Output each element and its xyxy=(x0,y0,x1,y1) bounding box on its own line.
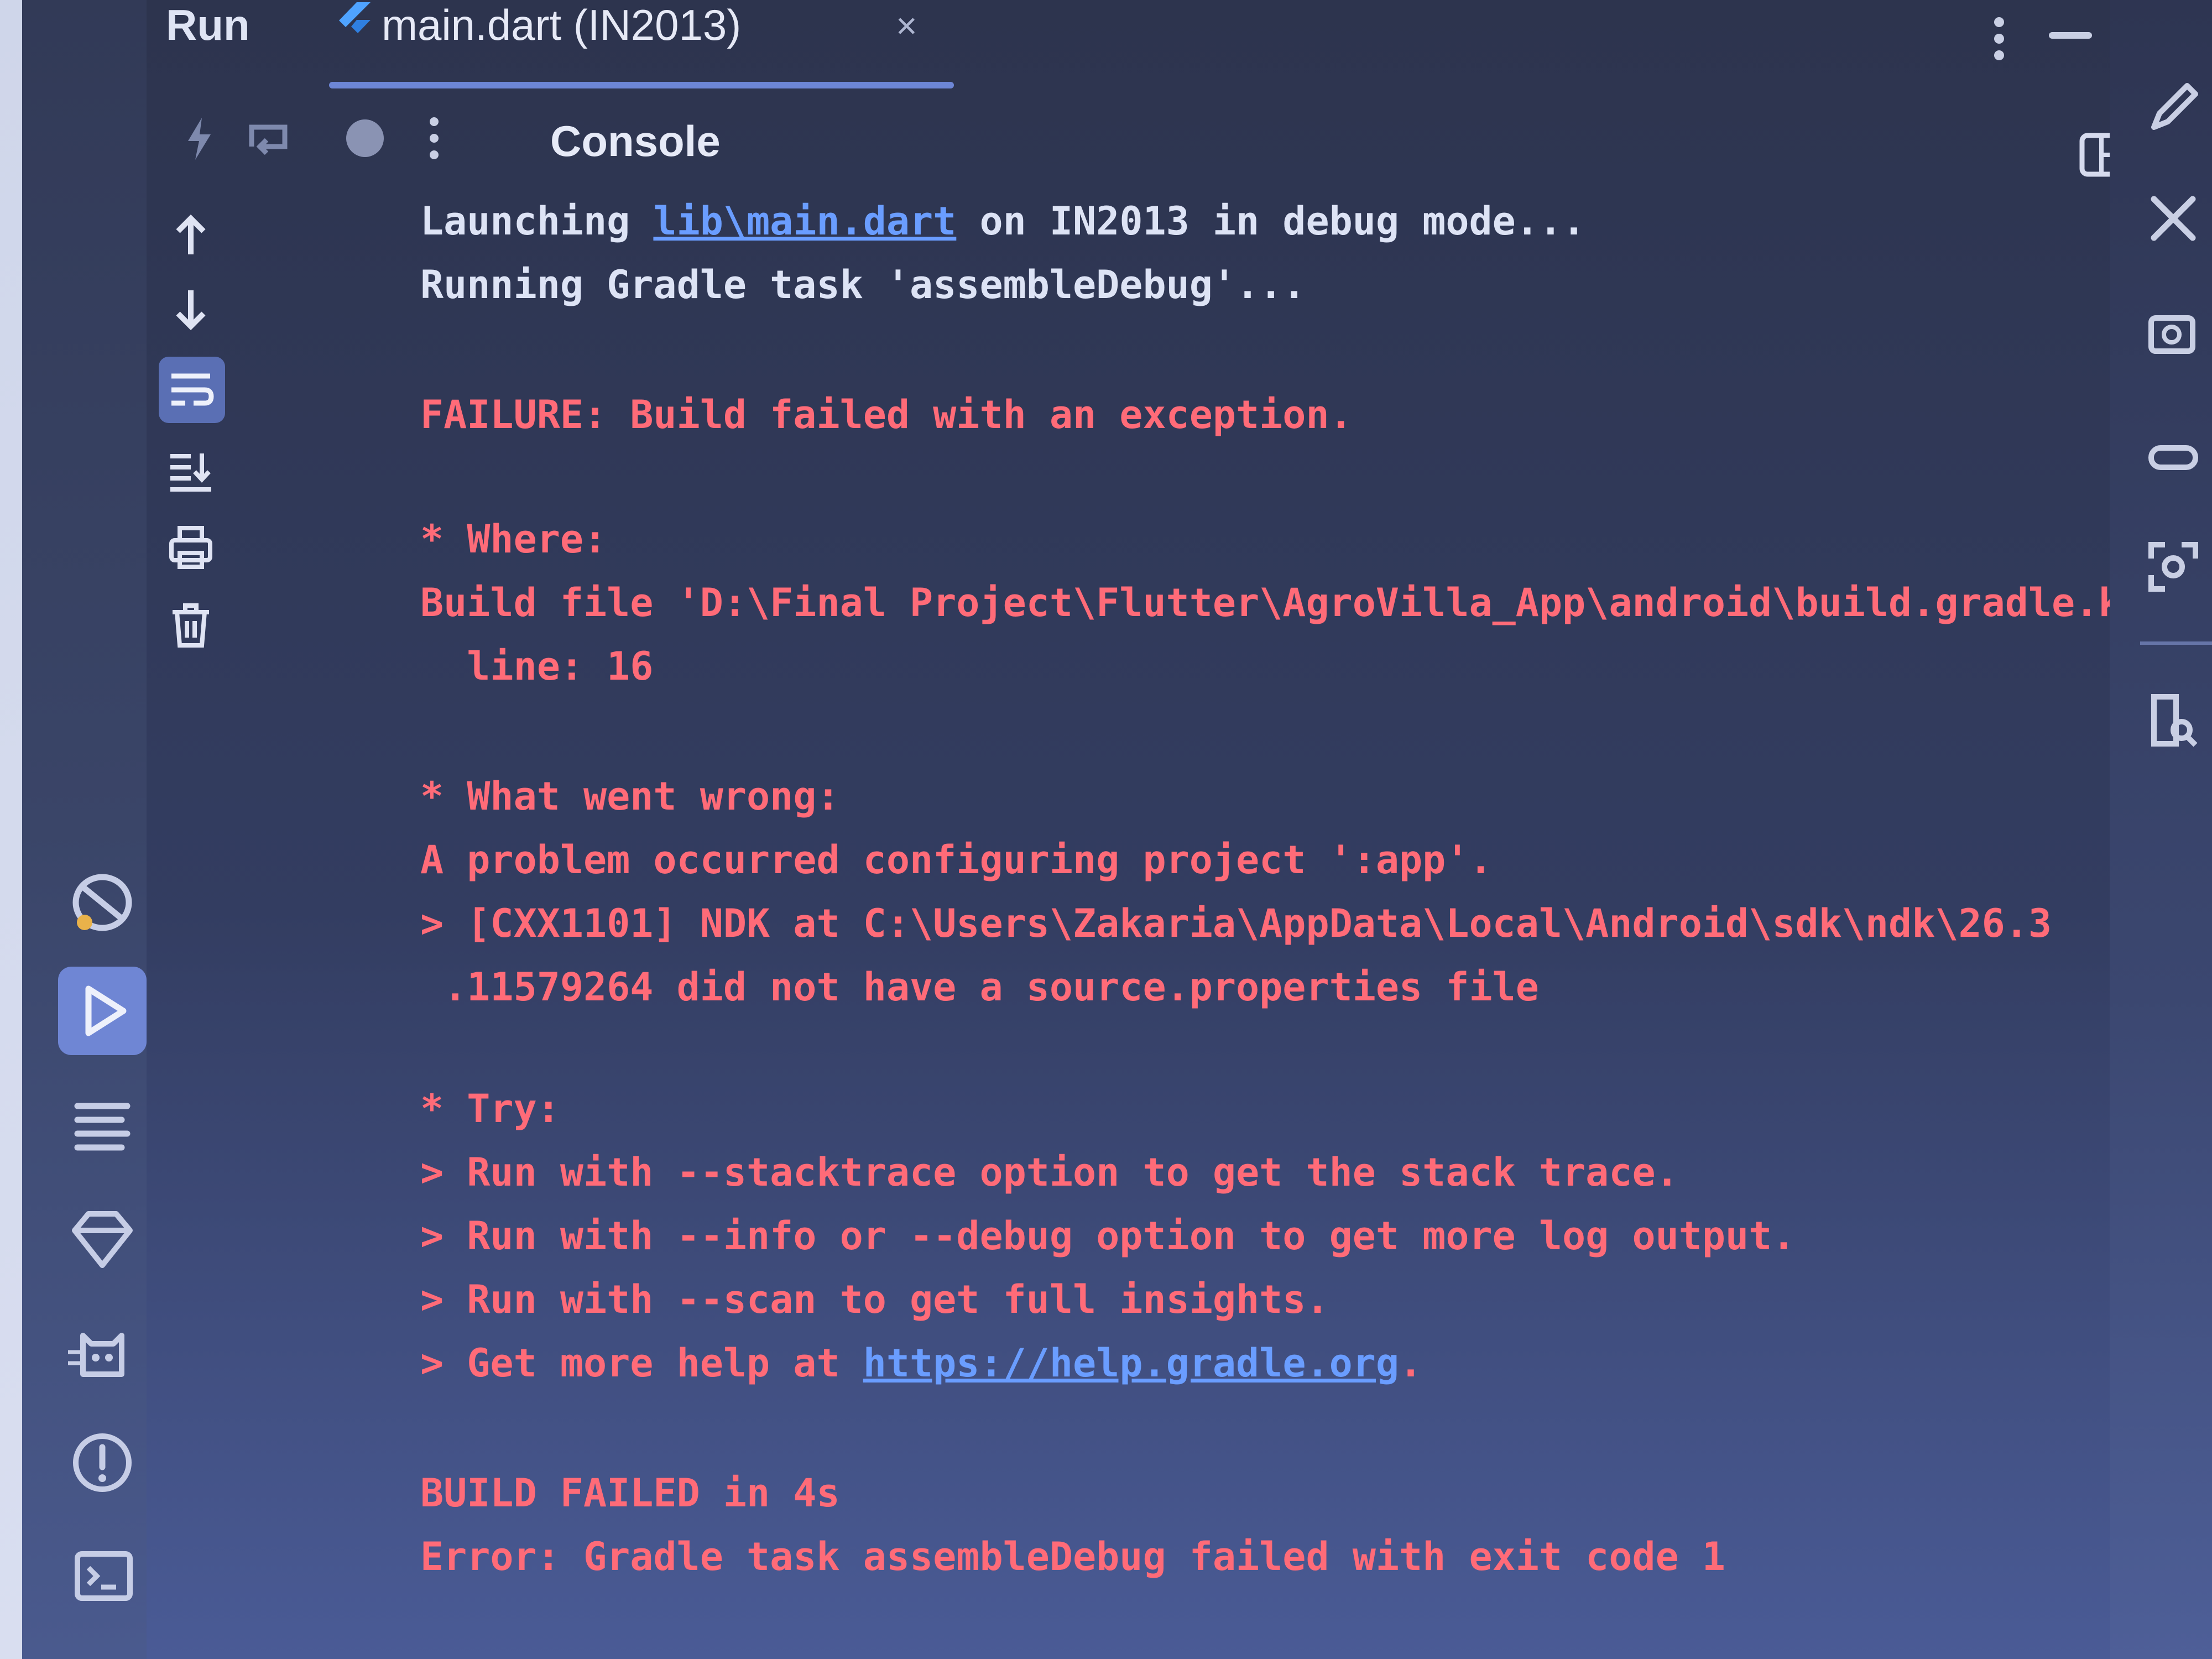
console-line: FAILURE: Build failed with an exception. xyxy=(420,392,1353,437)
console-line: > Run with --scan to get full insights. xyxy=(420,1277,1329,1322)
run-panel-header: Run main.dart (IN2013) × xyxy=(147,0,2110,88)
run-icon[interactable] xyxy=(64,972,141,1050)
console-line: line: 16 xyxy=(420,644,654,689)
device-manager-icon[interactable] xyxy=(2143,304,2204,365)
tools-icon[interactable] xyxy=(2143,188,2204,249)
gem-icon[interactable] xyxy=(64,1200,141,1277)
console-line: Build file 'D:\Final Project\Flutter\Agr… xyxy=(420,580,2192,625)
console-line: * What went wrong: xyxy=(420,774,840,819)
right-tool-strip xyxy=(2110,0,2212,1659)
structure-icon[interactable] xyxy=(64,1087,141,1164)
console-side-toolbar xyxy=(147,199,257,697)
scroll-up-icon[interactable] xyxy=(166,210,216,260)
console-line: * Try: xyxy=(420,1086,560,1131)
tab-title: main.dart (IN2013) xyxy=(382,1,742,49)
console-line: > Get more help at https://help.gradle.o… xyxy=(420,1340,1423,1386)
console-line: .11579264 did not have a source.properti… xyxy=(420,964,1539,1010)
active-tab-indicator xyxy=(329,82,954,88)
problems-icon[interactable] xyxy=(64,1424,141,1501)
run-config-tab[interactable]: main.dart (IN2013) × xyxy=(329,0,954,88)
background-window-edge xyxy=(0,0,22,1659)
console-line: > [CXX1101] NDK at C:\Users\Zakaria\AppD… xyxy=(420,901,2052,946)
debug-icon[interactable] xyxy=(64,863,141,940)
run-panel-title: Run xyxy=(166,1,250,49)
console-line: * Where: xyxy=(420,517,607,562)
trash-icon[interactable] xyxy=(166,600,216,650)
console-line: Running Gradle task 'assembleDebug'... xyxy=(420,262,1306,307)
pen-icon[interactable] xyxy=(2143,77,2204,138)
toolbar-more-icon[interactable] xyxy=(426,113,476,163)
minimize-button[interactable] xyxy=(2049,32,2092,39)
link-icon[interactable] xyxy=(2143,426,2204,487)
source-file-link[interactable]: lib\main.dart xyxy=(653,199,956,244)
run-toolbar: Console xyxy=(147,100,2124,177)
scroll-to-end-icon[interactable] xyxy=(166,445,216,495)
console-line: Error: Gradle task assembleDebug failed … xyxy=(420,1534,1726,1579)
hot-restart-icon[interactable] xyxy=(243,113,293,163)
more-options-icon[interactable] xyxy=(1991,14,2007,64)
console-line: Launching lib\main.dart on IN2013 in deb… xyxy=(420,199,1586,244)
terminal-icon[interactable] xyxy=(64,1537,141,1615)
file-search-icon[interactable] xyxy=(2143,691,2204,752)
stop-icon[interactable] xyxy=(340,113,390,163)
console-line: > Run with --stacktrace option to get th… xyxy=(420,1150,1679,1195)
console-line: BUILD FAILED in 4s xyxy=(420,1470,840,1516)
hot-reload-icon[interactable] xyxy=(174,113,224,163)
left-activity-bar xyxy=(22,0,147,1659)
soft-wrap-icon[interactable] xyxy=(166,365,216,415)
print-icon[interactable] xyxy=(166,523,216,572)
console-tab[interactable]: Console xyxy=(550,116,721,166)
scroll-down-icon[interactable] xyxy=(166,285,216,335)
console-line: > Run with --info or --debug option to g… xyxy=(420,1213,1796,1259)
logcat-icon[interactable] xyxy=(64,1313,141,1391)
screen-capture-icon[interactable] xyxy=(2143,536,2204,597)
console-output[interactable]: Launching lib\main.dart on IN2013 in deb… xyxy=(401,177,2212,1659)
right-strip-separator xyxy=(2140,641,2212,645)
console-line: A problem occurred configuring project '… xyxy=(420,837,1493,883)
flutter-icon xyxy=(335,2,373,41)
run-tool-window: Run main.dart (IN2013) × Console Launchi… xyxy=(147,0,2192,1659)
gradle-help-link[interactable]: https://help.gradle.org xyxy=(863,1340,1399,1386)
tab-close-button[interactable]: × xyxy=(896,4,917,46)
